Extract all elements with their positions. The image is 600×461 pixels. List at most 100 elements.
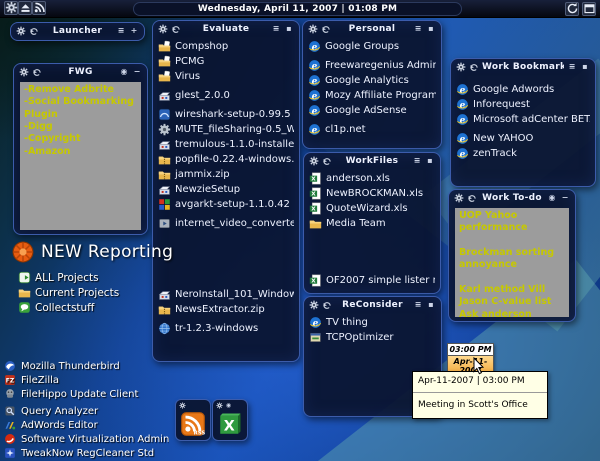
list-item[interactable]: XNewBROCKMAN.xls bbox=[309, 186, 435, 201]
excel3d-icon[interactable]: X bbox=[218, 412, 242, 436]
gear-icon[interactable] bbox=[308, 24, 318, 34]
list-item[interactable]: ALL Projects bbox=[18, 270, 173, 285]
list-item[interactable]: FZFileZilla bbox=[4, 373, 169, 387]
list-item[interactable]: eNew YAHOO bbox=[456, 131, 590, 146]
ie-icon: e bbox=[456, 147, 469, 160]
list-item[interactable]: Current Projects bbox=[18, 285, 173, 300]
list-item[interactable]: eGoogle Adwords bbox=[456, 82, 590, 97]
gear-icon[interactable] bbox=[158, 24, 168, 34]
menu-icon[interactable]: ≡ bbox=[413, 300, 423, 310]
list-item[interactable]: tr-1.2.3-windows bbox=[158, 321, 294, 336]
list-item[interactable]: eMozy Affiliate Program bbox=[308, 88, 436, 103]
rss-big-icon[interactable]: RSS bbox=[181, 412, 205, 436]
undo-icon[interactable] bbox=[32, 67, 42, 77]
gear-icon[interactable] bbox=[216, 402, 223, 409]
undo-icon[interactable] bbox=[322, 156, 332, 166]
rss-small-button[interactable] bbox=[32, 1, 46, 15]
list-item[interactable]: tremulous-1.1.0-installer bbox=[158, 137, 294, 152]
menu-icon[interactable]: ≡ bbox=[271, 24, 281, 34]
rss-tile[interactable]: RSS bbox=[175, 399, 211, 441]
list-item[interactable]: Query Analyzer bbox=[4, 404, 169, 418]
undo-icon[interactable] bbox=[171, 24, 181, 34]
list-item[interactable]: Compshop bbox=[158, 39, 294, 54]
list-item[interactable]: eMicrosoft adCenter BETA bbox=[456, 112, 590, 127]
gear-icon[interactable] bbox=[309, 300, 319, 310]
list-item[interactable]: Collectstuff bbox=[18, 300, 173, 315]
list-item[interactable]: ezenTrack bbox=[456, 146, 590, 161]
gear-icon[interactable] bbox=[19, 67, 29, 77]
list-item[interactable]: eInforequest bbox=[456, 97, 590, 112]
mouse-cursor bbox=[473, 357, 485, 375]
min-icon[interactable]: ▪ bbox=[425, 156, 435, 166]
list-item[interactable]: AdWords Editor bbox=[4, 418, 169, 432]
list-item[interactable]: popfile-0.22.4-windows.zip bbox=[158, 152, 294, 167]
list-item[interactable]: internet_video_converter_1.4 bbox=[158, 216, 294, 231]
list-item[interactable]: jammix.zip bbox=[158, 167, 294, 182]
min-icon[interactable]: ▪ bbox=[284, 24, 294, 34]
gear-icon[interactable] bbox=[16, 26, 26, 36]
item-label: PCMG bbox=[175, 56, 204, 67]
list-item[interactable]: eFreewaregenius Admin bbox=[308, 58, 436, 73]
list-item[interactable]: Virus bbox=[158, 69, 294, 84]
circle-icon[interactable]: ◉ bbox=[225, 402, 232, 409]
gear-button[interactable] bbox=[4, 1, 18, 15]
list-item[interactable]: eTV thing bbox=[309, 315, 436, 330]
list-item[interactable]: avgarkt-setup-1.1.0.42 bbox=[158, 197, 294, 212]
list-item[interactable]: eGoogle Analytics bbox=[308, 73, 436, 88]
reporting-header: NEW Reporting bbox=[12, 241, 173, 263]
undo-icon[interactable] bbox=[321, 24, 331, 34]
list-item[interactable]: FileHippo Update Client bbox=[4, 387, 169, 401]
list-item[interactable]: wireshark-setup-0.99.5 bbox=[158, 107, 294, 122]
gear-icon[interactable] bbox=[179, 402, 186, 409]
list-item[interactable]: NewsExtractor.zip bbox=[158, 302, 294, 317]
gear-icon[interactable] bbox=[456, 62, 466, 72]
list-item[interactable]: Media Team bbox=[309, 216, 435, 231]
list-item[interactable]: NeroInstall_101_Windows bbox=[158, 287, 294, 302]
circle-icon[interactable]: ◉ bbox=[547, 193, 557, 203]
list-item[interactable]: Software Virtualization Admin bbox=[4, 432, 169, 446]
list-item[interactable]: Xanderson.xls bbox=[309, 171, 435, 186]
plus-icon[interactable]: + bbox=[129, 26, 139, 36]
list-item[interactable]: eGoogle Groups bbox=[308, 39, 436, 54]
list-item[interactable]: MUTE_fileSharing-0.5_Window bbox=[158, 122, 294, 137]
gear-icon[interactable] bbox=[454, 193, 464, 203]
undo-icon[interactable] bbox=[29, 26, 39, 36]
menu-icon[interactable]: ≡ bbox=[567, 62, 577, 72]
undo-icon[interactable] bbox=[322, 300, 332, 310]
list-item[interactable]: Mozilla Thunderbird bbox=[4, 359, 169, 373]
gear-icon[interactable] bbox=[309, 156, 319, 166]
dash-icon[interactable]: − bbox=[560, 193, 570, 203]
tile-header: ◉ bbox=[213, 400, 247, 410]
item-label: Mozilla Thunderbird bbox=[21, 361, 120, 372]
menu-icon[interactable]: ≡ bbox=[413, 24, 423, 34]
window-button[interactable] bbox=[582, 2, 596, 16]
min-icon[interactable]: ▪ bbox=[426, 24, 436, 34]
refresh-icon bbox=[566, 2, 579, 15]
filezilla-icon: FZ bbox=[4, 374, 16, 386]
list-item[interactable]: glest_2.0.0 bbox=[158, 88, 294, 103]
list-item[interactable]: NewzieSetup bbox=[158, 182, 294, 197]
reporting-logo-icon bbox=[12, 241, 34, 263]
list-item[interactable]: TCPOptimizer bbox=[309, 330, 436, 345]
sticky-note[interactable]: -Remove Adbrite -Social Bookmarking Plug… bbox=[20, 82, 141, 230]
menu-icon[interactable]: ≡ bbox=[116, 26, 126, 36]
min-icon[interactable]: ▪ bbox=[426, 300, 436, 310]
list-item[interactable]: XQuoteWizard.xls bbox=[309, 201, 435, 216]
circle-icon[interactable]: ◉ bbox=[119, 67, 129, 77]
list-item[interactable]: eGoogle AdSense bbox=[308, 103, 436, 118]
sticky-note[interactable]: UOP Yahoo performance Brockman sorting a… bbox=[455, 208, 569, 317]
list-item[interactable]: XOF2007 simple lister meng bbox=[309, 273, 435, 288]
excel-tile[interactable]: ◉X bbox=[212, 399, 248, 441]
item-label: avgarkt-setup-1.1.0.42 bbox=[175, 199, 290, 210]
menu-icon[interactable]: ≡ bbox=[412, 156, 422, 166]
dash-icon[interactable]: − bbox=[132, 67, 142, 77]
undo-icon[interactable] bbox=[467, 193, 477, 203]
eject-button[interactable] bbox=[18, 1, 32, 15]
list-item[interactable]: PCMG bbox=[158, 54, 294, 69]
refresh-button[interactable] bbox=[565, 2, 579, 16]
undo-icon[interactable] bbox=[469, 62, 479, 72]
list-item[interactable]: TweakNow RegCleaner Std bbox=[4, 446, 169, 460]
list-item[interactable]: ecl1p.net bbox=[308, 122, 436, 137]
min-icon[interactable]: ▪ bbox=[580, 62, 590, 72]
excel-icon: X bbox=[309, 202, 322, 215]
